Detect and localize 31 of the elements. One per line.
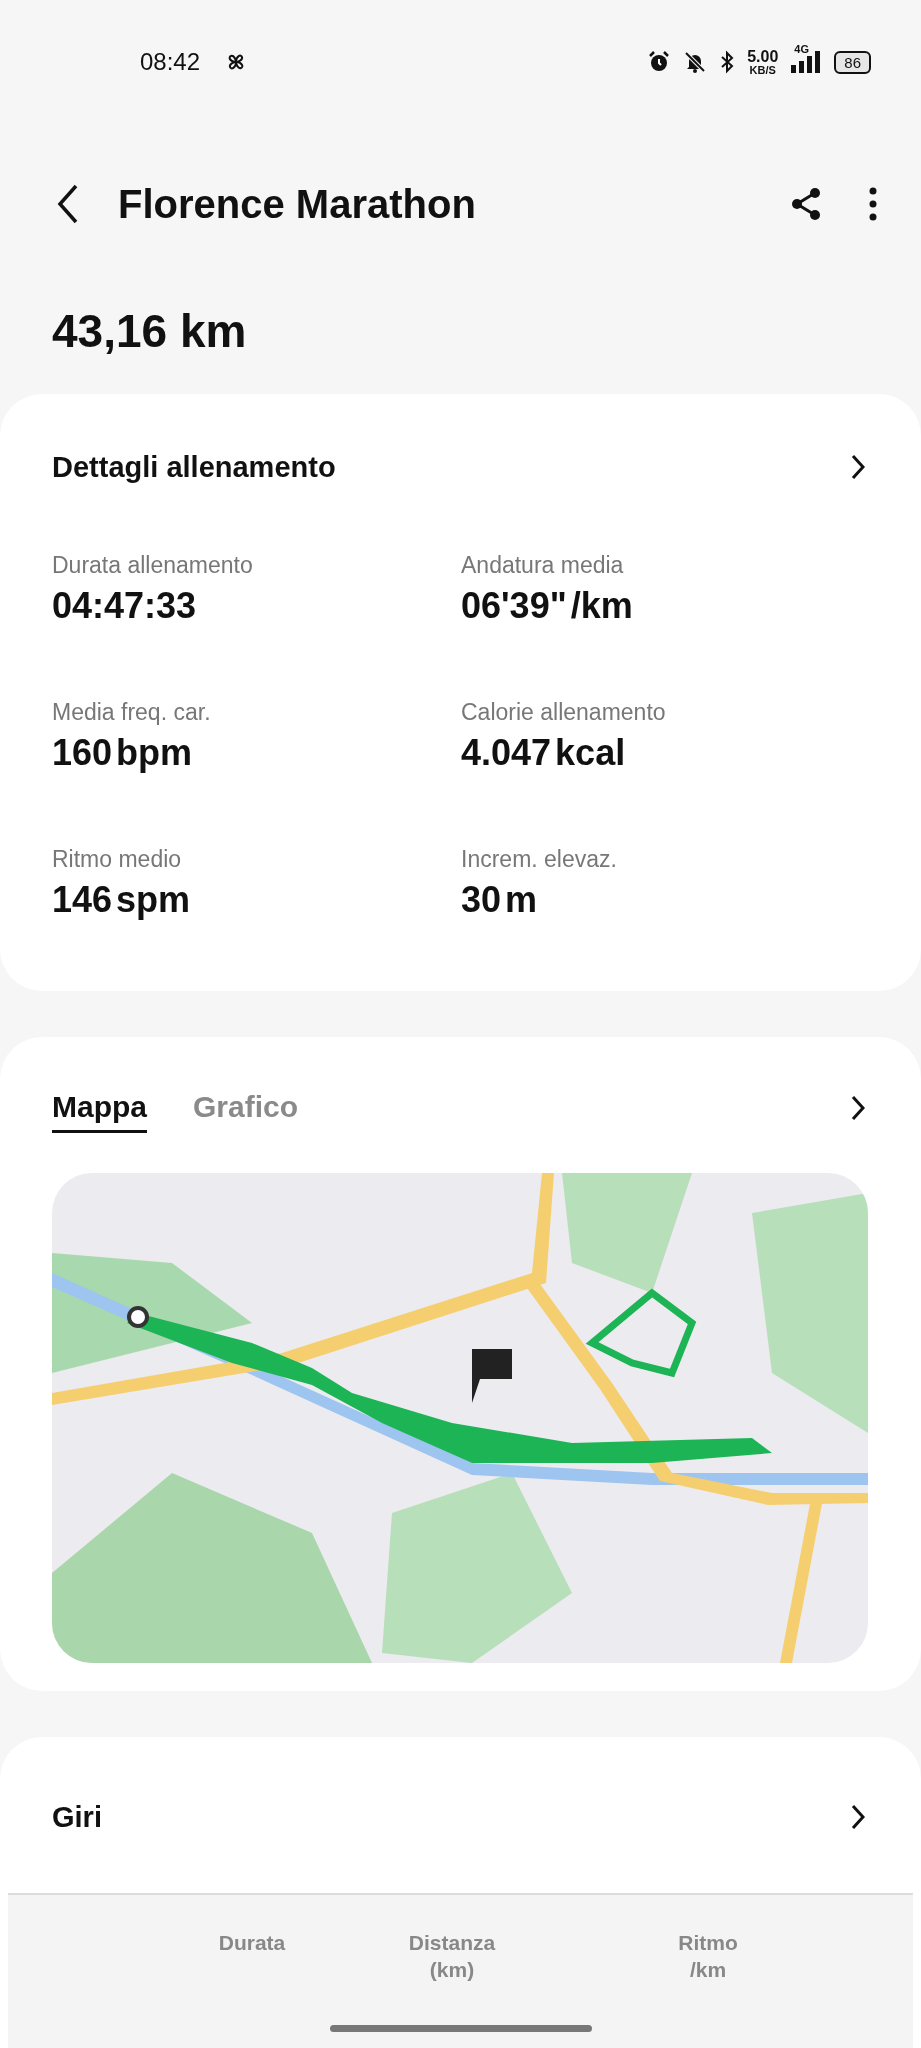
stat-label: Increm. elevaz. (461, 846, 618, 873)
stat-label: Media freq. car. (52, 699, 212, 726)
total-distance: 43,16 km (51, 304, 248, 359)
muted-bell-icon (683, 50, 708, 74)
stat-label: Ritmo medio (52, 846, 183, 873)
page-title: Florence Marathon (118, 181, 477, 227)
stat-value: 04:47:33 (52, 585, 198, 627)
network-speed: 5.00 (747, 48, 779, 65)
chevron-right-icon[interactable] (851, 1804, 865, 1830)
chevron-right-icon[interactable] (851, 454, 865, 480)
battery-indicator: 86 (834, 50, 871, 74)
section-title: Giri (52, 1800, 102, 1834)
column-header: Distanza (km) (407, 1930, 497, 1984)
bluetooth-icon (719, 50, 736, 74)
chevron-right-icon[interactable] (851, 1095, 865, 1121)
stat-label: Calorie allenamento (461, 699, 667, 726)
stat-value: 160bpm (52, 732, 194, 774)
tab[interactable]: Mappa (52, 1083, 147, 1133)
status-time: 08:42 (140, 48, 201, 76)
stat-value: 146spm (52, 879, 192, 921)
column-header: Durata (217, 1930, 287, 1956)
network-type: 4G (794, 43, 809, 55)
stat-label: Durata allenamento (52, 552, 254, 579)
stat-value: 06'39"/km (461, 585, 634, 627)
stat-label: Andatura media (461, 552, 625, 579)
stat-value: 4.047kcal (461, 732, 627, 774)
section-title: Dettagli allenamento (52, 450, 336, 484)
stat-value: 30m (461, 879, 539, 921)
signal-icon (790, 51, 823, 73)
column-header: Ritmo /km (677, 1930, 739, 1984)
network-speed-unit: KB/S (749, 64, 776, 76)
